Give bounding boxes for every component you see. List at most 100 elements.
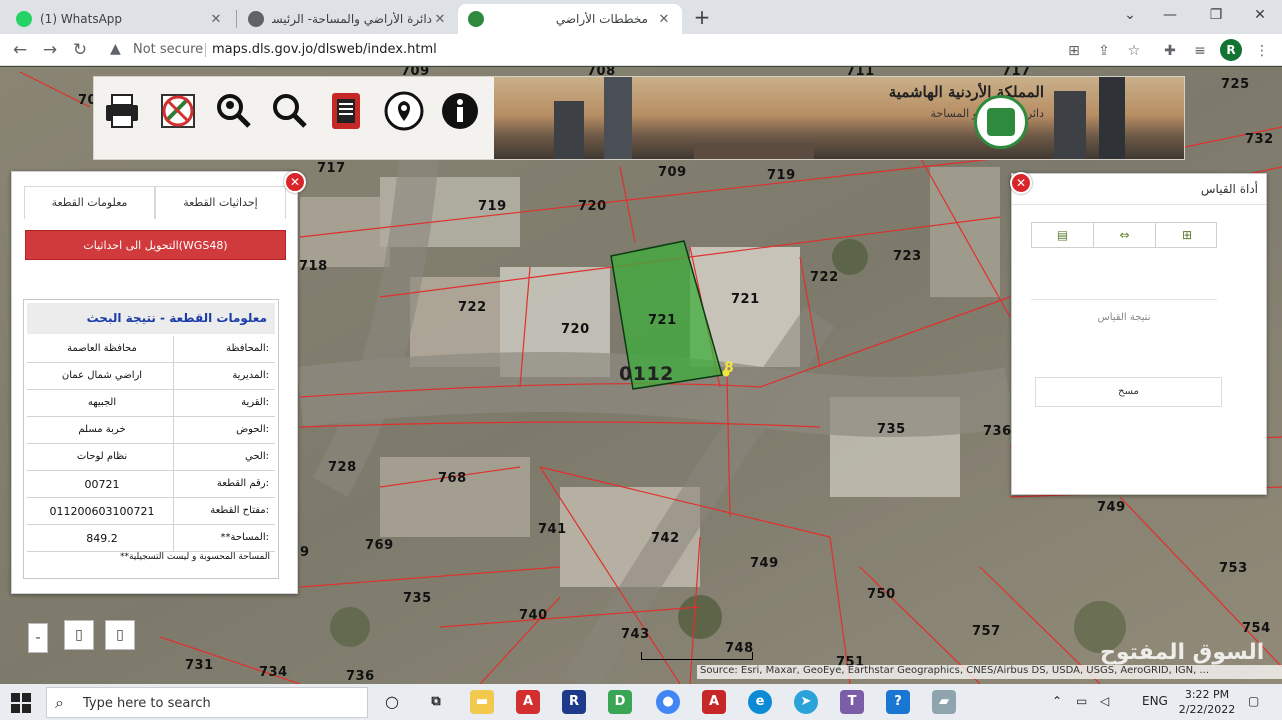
profile-avatar[interactable]: R [1220, 39, 1242, 61]
measure-tool-group: ▤ ⇔ ⊞ [1031, 222, 1217, 248]
close-window-button[interactable]: ✕ [1240, 4, 1280, 26]
row-key: المديرية: [232, 370, 269, 381]
row-key: الحي: [245, 451, 269, 462]
menu-kebab-icon[interactable]: ⋮ [1252, 41, 1272, 61]
block-number-label: 0112 [619, 363, 674, 385]
zoom-out-button[interactable]: - [28, 623, 48, 653]
tab-whatsapp[interactable]: (1) WhatsApp ✕ [6, 4, 234, 34]
measure-result-label: نتيجة القياس [1097, 312, 1151, 323]
teams-icon[interactable]: T [840, 690, 864, 714]
chrome-icon[interactable]: ● [656, 690, 680, 714]
clock-date: 2/22/2022 [1178, 703, 1236, 716]
table-row: نظام لوحات الحي: [27, 444, 275, 471]
close-tab-icon[interactable]: ✕ [432, 12, 448, 27]
parcel-label: 721 [731, 292, 760, 307]
row-value: محافظة العاصمة [67, 343, 137, 354]
taskbar-search-field[interactable]: ⌕ Type here to search [46, 687, 368, 718]
table-row: خربة مسلم الحوض: [27, 417, 275, 444]
zoom-extent-button[interactable]: ▯ [64, 620, 94, 650]
parcel-label: 735 [877, 422, 906, 437]
help-icon[interactable]: ? [886, 690, 910, 714]
measure-panel-title: أداة القياس [1200, 182, 1258, 196]
clock-time: 3:22 PM [1184, 688, 1230, 701]
search-icon[interactable] [270, 91, 310, 131]
close-info-panel-icon[interactable]: ✕ [284, 171, 306, 193]
distance-measure-icon[interactable]: ⇔ [1094, 223, 1156, 247]
close-tab-icon[interactable]: ✕ [656, 12, 672, 27]
row-key: مفتاح القطعة: [210, 505, 269, 516]
volume-icon[interactable]: ◁ [1100, 694, 1109, 708]
parcel-label: 9 [300, 545, 310, 560]
tab-dls-home[interactable]: دائرة الأراضي والمساحة- الرئيسية- ✕ [238, 4, 458, 34]
network-icon[interactable]: ▭ [1076, 694, 1087, 708]
tab-title: مخططات الأراضي [555, 12, 648, 26]
d-app-icon[interactable]: D [608, 690, 632, 714]
selected-parcel-label: 721 [648, 313, 677, 328]
tab-land-plans[interactable]: مخططات الأراضي ✕ [458, 4, 682, 34]
parcel-label: 749 [750, 556, 779, 571]
telegram-icon[interactable]: ➤ [794, 690, 818, 714]
back-arrow-icon[interactable]: ← [8, 39, 32, 63]
tray-chevron-icon[interactable]: ⌃ [1052, 694, 1062, 708]
file-explorer-icon[interactable]: ▬ [470, 690, 494, 714]
minimize-button[interactable]: — [1150, 4, 1190, 26]
tab-title: دائرة الأراضي والمساحة- الرئيسية- [272, 12, 432, 26]
area-footnote: **المساحة المحسوبة و ليست التسجيلية [119, 552, 270, 562]
area-measure-icon[interactable]: ▤ [1032, 223, 1094, 247]
close-tab-icon[interactable]: ✕ [208, 12, 224, 27]
row-key: القرية: [241, 397, 269, 408]
parcel-label: 754 [1242, 621, 1271, 636]
security-status[interactable]: Not secure [133, 42, 203, 57]
autocad-icon[interactable]: A [516, 690, 540, 714]
convert-wgs-button[interactable]: التحويل الى احداثيات(WGS48) [25, 230, 286, 260]
tab-parcel-info[interactable]: معلومات القطعة [24, 186, 155, 219]
translate-icon[interactable]: ⊞ [1064, 41, 1084, 61]
parcel-label: 742 [651, 531, 680, 546]
parcel-label: 722 [810, 270, 839, 285]
divider [205, 43, 206, 57]
new-tab-button[interactable]: + [690, 6, 714, 30]
table-row: اراضي شمال عمان المديرية: [27, 363, 275, 390]
report-icon[interactable] [326, 91, 366, 131]
row-value: نظام لوحات [76, 451, 128, 462]
locate-search-icon[interactable] [214, 91, 254, 131]
url-field[interactable]: ▲ Not secure maps.dls.gov.jo/dlsweb/inde… [100, 37, 1100, 63]
info-icon[interactable] [440, 91, 480, 131]
extensions-puzzle-icon[interactable]: ✚ [1160, 41, 1180, 61]
language-indicator[interactable]: ENG [1142, 694, 1168, 708]
tab-search-chevron-icon[interactable]: ⌄ [1110, 4, 1150, 26]
app-icon[interactable]: ▰ [932, 690, 956, 714]
parcel-label: 725 [1221, 77, 1250, 92]
reading-list-icon[interactable]: ≡ [1190, 41, 1210, 61]
printer-icon[interactable] [102, 91, 142, 131]
forward-arrow-icon[interactable]: → [38, 39, 62, 63]
tab-parcel-coordinates[interactable]: إحداثيات القطعة [155, 186, 286, 219]
measure-tool-panel: أداة القياس ▤ ⇔ ⊞ نتيجة القياس مسح [1011, 173, 1267, 495]
full-extent-button[interactable]: ▯ [105, 620, 135, 650]
clear-button[interactable]: مسح [1035, 377, 1222, 407]
notifications-icon[interactable]: ▢ [1248, 694, 1259, 708]
table-row: 011200603100721 مفتاح القطعة: [27, 498, 275, 525]
no-draw-icon[interactable] [158, 91, 198, 131]
acrobat-icon[interactable]: A [702, 690, 726, 714]
revit-icon[interactable]: R [562, 690, 586, 714]
task-view-icon[interactable]: ⧉ [424, 690, 448, 714]
edge-icon[interactable]: e [748, 690, 772, 714]
cortana-icon[interactable]: ○ [380, 690, 404, 714]
warning-icon[interactable]: ▲ [110, 41, 121, 57]
share-icon[interactable]: ⇪ [1094, 41, 1114, 61]
site-header-banner: المملكة الأردنية الهاشمية دائرة الأراضي … [93, 76, 1185, 160]
url-text[interactable]: maps.dls.gov.jo/dlsweb/index.html [212, 42, 437, 57]
parcel-label: 722 [458, 300, 487, 315]
parcel-label: 717 [317, 161, 346, 176]
reload-icon[interactable]: ↻ [68, 39, 92, 63]
map-pin-icon[interactable] [384, 91, 424, 131]
close-measure-panel-icon[interactable]: ✕ [1010, 172, 1032, 194]
windows-start-icon[interactable] [10, 692, 32, 714]
map-attribution: Source: Esri, Maxar, GeoEye, Earthstar G… [697, 665, 1282, 679]
taskbar-clock[interactable]: 3:22 PM 2/22/2022 [1172, 687, 1242, 717]
globe-icon [248, 11, 264, 27]
bookmark-star-icon[interactable]: ☆ [1124, 41, 1144, 61]
maximize-button[interactable]: ❐ [1196, 4, 1236, 26]
coordinate-measure-icon[interactable]: ⊞ [1156, 223, 1218, 247]
